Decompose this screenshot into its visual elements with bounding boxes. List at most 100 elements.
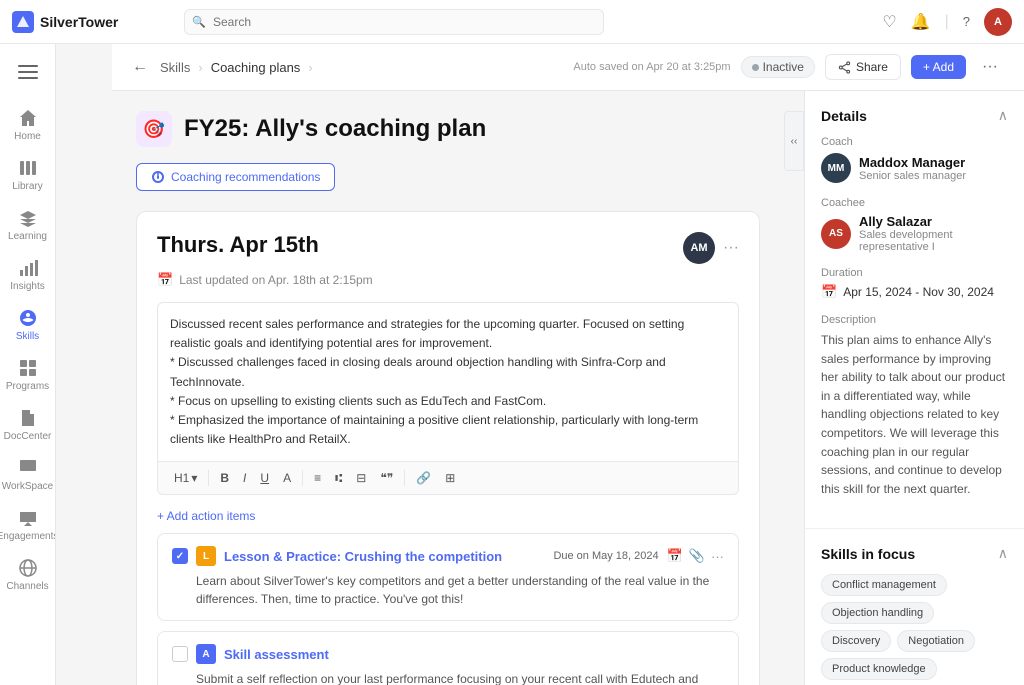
- breadcrumb-skills[interactable]: Skills: [160, 60, 190, 75]
- more-icon-1[interactable]: ···: [711, 549, 724, 564]
- sidebar-item-programs[interactable]: Programs: [0, 350, 56, 400]
- nav-actions: ♡ 🔔 | ? A: [882, 8, 1012, 36]
- coachee-person: AS Ally Salazar Sales development repres…: [821, 214, 1008, 253]
- skill-tag-discovery[interactable]: Discovery: [821, 630, 891, 652]
- search-bar[interactable]: 🔍: [184, 9, 604, 35]
- note-line-4: * Emphasized the importance of maintaini…: [170, 411, 726, 449]
- sidebar-item-learning[interactable]: Learning: [0, 200, 56, 250]
- note-line-2: * Discussed challenges faced in closing …: [170, 353, 726, 391]
- toolbar-image[interactable]: ⊞: [439, 468, 461, 488]
- skill-tag-product[interactable]: Product knowledge: [821, 658, 937, 680]
- toolbar-bullet[interactable]: ⊟: [350, 468, 372, 488]
- user-avatar[interactable]: A: [984, 8, 1012, 36]
- coach-avatar: MM: [821, 153, 851, 183]
- editor-content[interactable]: Discussed recent sales performance and s…: [158, 303, 738, 461]
- calendar-icon: 📅: [157, 272, 173, 288]
- logo[interactable]: SilverTower: [12, 11, 172, 33]
- toolbar-align[interactable]: ≡: [308, 468, 327, 488]
- add-button[interactable]: + Add: [911, 55, 966, 79]
- toolbar-bold[interactable]: B: [214, 468, 235, 488]
- panel-collapse-button[interactable]: ‹‹: [784, 111, 804, 171]
- attachment-icon-1[interactable]: 📎: [689, 548, 705, 564]
- action-body-1: Learn about SilverTower's key competitor…: [196, 572, 724, 608]
- right-panel: Details ∧ Coach MM Maddox Manager Senior…: [804, 91, 1024, 685]
- inactive-label: Inactive: [763, 60, 804, 74]
- session-meta: 📅 Last updated on Apr. 18th at 2:15pm: [157, 272, 739, 288]
- duration-value: 📅 Apr 15, 2024 - Nov 30, 2024: [821, 284, 1008, 300]
- session-more-button[interactable]: ···: [723, 239, 739, 257]
- coach-person: MM Maddox Manager Senior sales manager: [821, 153, 1008, 183]
- toolbar-quote[interactable]: ❝❞: [374, 468, 399, 488]
- sidebar-label-library: Library: [12, 181, 43, 192]
- session-header-right: AM ···: [683, 232, 739, 264]
- toolbar-sep1: [208, 470, 209, 486]
- share-button[interactable]: Share: [825, 54, 901, 80]
- toolbar-numbered[interactable]: ⑆: [329, 468, 348, 488]
- top-nav: SilverTower 🔍 ♡ 🔔 | ? A: [0, 0, 1024, 44]
- bell-icon[interactable]: 🔔: [911, 12, 931, 32]
- sidebar-label-engagements: Engagements: [0, 531, 56, 542]
- coaching-recommendations-button[interactable]: Coaching recommendations: [136, 163, 335, 191]
- skill-tag-objection[interactable]: Objection handling: [821, 602, 934, 624]
- help-icon[interactable]: ?: [963, 14, 970, 29]
- skills-header: Skills in focus ∧: [821, 545, 1008, 562]
- duration-row: Duration 📅 Apr 15, 2024 - Nov 30, 2024: [821, 267, 1008, 300]
- more-button[interactable]: ···: [976, 54, 1004, 80]
- skills-title: Skills in focus: [821, 546, 915, 562]
- coach-role: Senior sales manager: [859, 170, 966, 182]
- heart-icon[interactable]: ♡: [882, 12, 896, 32]
- sidebar-item-skills[interactable]: Skills: [0, 300, 56, 350]
- action-type-lesson-icon: L: [196, 546, 216, 566]
- session-header: Thurs. Apr 15th AM ···: [157, 232, 739, 264]
- sidebar-item-home[interactable]: Home: [0, 100, 56, 150]
- toolbar-underline[interactable]: U: [254, 468, 275, 488]
- page-content: 🎯 FY25: Ally's coaching plan Coaching re…: [112, 91, 1024, 685]
- skills-collapse-icon[interactable]: ∧: [998, 545, 1008, 562]
- description-row: Description This plan aims to enhance Al…: [821, 314, 1008, 498]
- action-title-2[interactable]: Skill assessment: [224, 647, 724, 662]
- sidebar-item-engagements[interactable]: Engagements: [0, 500, 56, 550]
- details-header: Details ∧: [821, 107, 1008, 124]
- action-item-2: A Skill assessment Submit a self reflect…: [157, 631, 739, 685]
- calendar-icon-1[interactable]: 📅: [667, 548, 683, 564]
- toolbar-sep2: [302, 470, 303, 486]
- breadcrumb-coaching-plans[interactable]: Coaching plans: [211, 60, 301, 75]
- skill-tag-conflict[interactable]: Conflict management: [821, 574, 947, 596]
- toolbar-h1[interactable]: H1 ▾: [168, 468, 203, 488]
- coachee-row: Coachee AS Ally Salazar Sales developmen…: [821, 197, 1008, 253]
- sidebar-item-library[interactable]: Library: [0, 150, 56, 200]
- toolbar-italic[interactable]: I: [237, 468, 252, 488]
- duration-label: Duration: [821, 267, 1008, 279]
- add-action-button[interactable]: + Add action items: [157, 509, 255, 523]
- action-due-1: Due on May 18, 2024: [553, 550, 658, 562]
- details-title: Details: [821, 108, 867, 124]
- sidebar-item-channels[interactable]: Channels: [0, 550, 56, 600]
- sidebar-item-workspace[interactable]: WorkSpace: [0, 450, 56, 500]
- sidebar-label-home: Home: [14, 131, 41, 142]
- page-title-row: 🎯 FY25: Ally's coaching plan: [136, 111, 760, 147]
- session-avatar: AM: [683, 232, 715, 264]
- toolbar-strikethrough[interactable]: A: [277, 468, 297, 488]
- autosave-text: Auto saved on Apr 20 at 3:25pm: [573, 61, 730, 73]
- duration-text: Apr 15, 2024 - Nov 30, 2024: [843, 285, 994, 299]
- sidebar-item-insights[interactable]: Insights: [0, 250, 56, 300]
- action-type-assess-icon: A: [196, 644, 216, 664]
- right-panel-wrapper: ‹‹ Details ∧ Coach MM Maddox Manager: [784, 91, 1024, 685]
- sidebar: Home Library Learning Insights Skills Pr…: [0, 0, 56, 685]
- logo-icon: [12, 11, 34, 33]
- sidebar-label-learning: Learning: [8, 231, 47, 242]
- action-item-1: L Lesson & Practice: Crushing the compet…: [157, 533, 739, 621]
- search-input[interactable]: [184, 9, 604, 35]
- sidebar-item-doccenter[interactable]: DocCenter: [0, 400, 56, 450]
- skill-tag-negotiation[interactable]: Negotiation: [897, 630, 975, 652]
- inactive-dot: [752, 64, 759, 71]
- coachee-label: Coachee: [821, 197, 1008, 209]
- action-title-1[interactable]: Lesson & Practice: Crushing the competit…: [224, 549, 545, 564]
- menu-toggle[interactable]: [8, 52, 48, 92]
- details-collapse-icon[interactable]: ∧: [998, 107, 1008, 124]
- back-button[interactable]: ←: [132, 58, 148, 76]
- action-checkbox-1[interactable]: [172, 548, 188, 564]
- toolbar-link[interactable]: 🔗: [410, 468, 437, 488]
- action-checkbox-2[interactable]: [172, 646, 188, 662]
- add-action-label: + Add action items: [157, 509, 255, 523]
